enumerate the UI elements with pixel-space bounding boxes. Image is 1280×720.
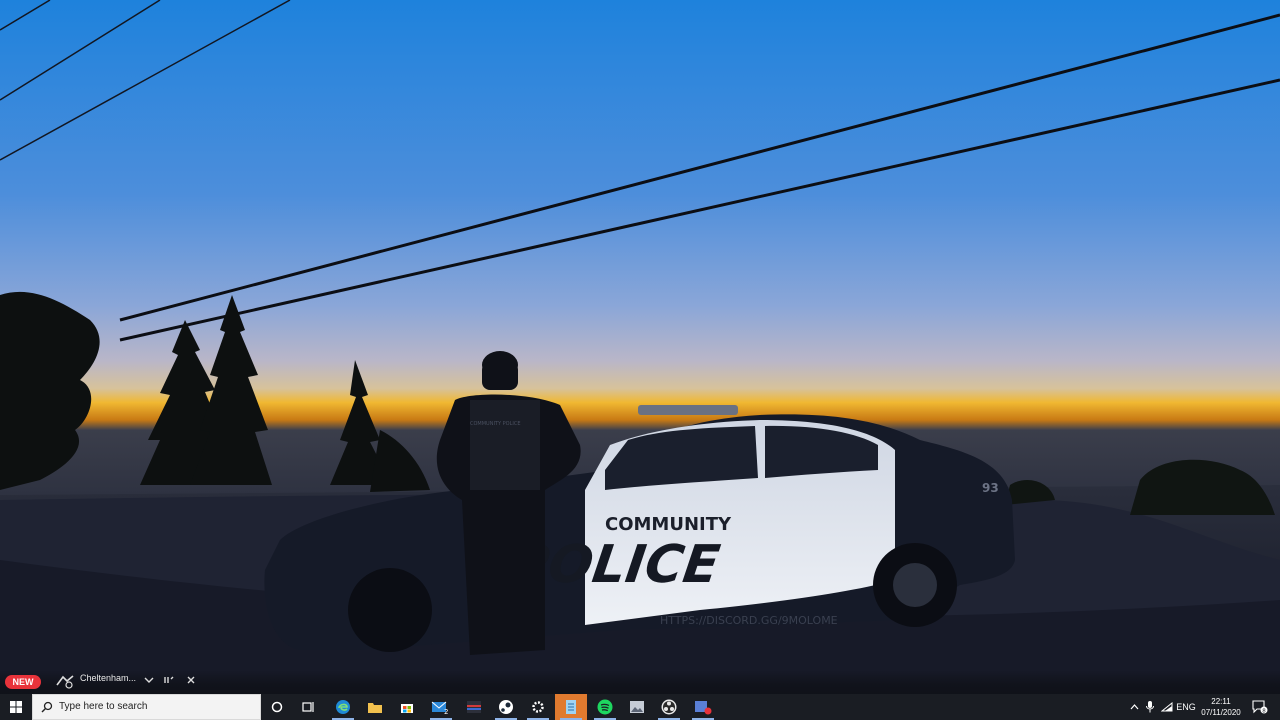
tray-network[interactable] — [1159, 694, 1175, 720]
file-explorer-icon — [368, 703, 382, 713]
search-icon — [41, 701, 53, 713]
microphone-icon — [1146, 701, 1154, 713]
language-label: ENG — [1176, 702, 1196, 712]
taskbar-steam[interactable] — [490, 694, 522, 720]
tray-language[interactable]: ENG — [1176, 694, 1196, 720]
notification-icon: 8 — [1252, 700, 1268, 714]
taskbar-notepad[interactable] — [555, 694, 587, 720]
tray-overflow-button[interactable] — [1127, 694, 1141, 720]
car-text-url: HTTPS://DISCORD.GG/9MOLOME — [660, 614, 838, 627]
notification-count: 8 — [1262, 708, 1266, 714]
taskbar-mail[interactable]: 2 — [425, 694, 457, 720]
start-button[interactable] — [0, 694, 32, 720]
vest-text: COMMUNITY POLICE — [470, 421, 521, 427]
wifi-icon — [1161, 702, 1173, 712]
taskbar-obs[interactable] — [653, 694, 685, 720]
edge-icon — [336, 700, 350, 714]
spotify-icon — [597, 699, 613, 715]
clock-time: 22:11 — [1211, 697, 1231, 706]
task-view-button[interactable] — [293, 694, 325, 720]
taskbar-spotify[interactable] — [589, 694, 621, 720]
chevron-down-icon[interactable] — [143, 674, 155, 686]
store-icon — [401, 704, 413, 713]
mail-badge: 2 — [444, 708, 448, 715]
desktop: COMMUNITY POLICE HTTPS://DISCORD.GG/9MOL… — [0, 0, 1280, 694]
taskbar-file-explorer[interactable] — [359, 694, 391, 720]
thumbs-icon[interactable] — [163, 674, 175, 686]
search-placeholder: Type here to search — [59, 701, 148, 712]
taskbar: Type here to search 2 ENG 22:11 07/11/20… — [0, 694, 1280, 720]
notification-strip: NEW Cheltenham... — [0, 670, 1280, 694]
taskbar-photos[interactable] — [621, 694, 653, 720]
settings-icon — [532, 701, 544, 713]
notification-text: Cheltenham... — [80, 673, 137, 683]
chevron-up-icon — [1130, 704, 1138, 710]
clock-date: 07/11/2020 — [1201, 708, 1241, 717]
app-badge-icon — [695, 701, 712, 715]
taskbar-store[interactable] — [391, 694, 423, 720]
taskbar-app-badge[interactable] — [687, 694, 719, 720]
cortana-button[interactable] — [261, 694, 293, 720]
tray-microphone[interactable] — [1143, 694, 1157, 720]
car-number: 93 — [982, 481, 999, 495]
app-icon — [467, 701, 481, 713]
action-center-button[interactable]: 8 — [1248, 694, 1272, 720]
mail-icon: 2 — [431, 701, 448, 715]
task-view-icon — [302, 702, 314, 712]
steam-icon — [499, 700, 513, 714]
desktop-wallpaper: COMMUNITY POLICE HTTPS://DISCORD.GG/9MOL… — [0, 0, 1280, 694]
obs-icon — [661, 699, 677, 715]
app-icon[interactable] — [54, 673, 76, 689]
search-box[interactable]: Type here to search — [32, 694, 261, 720]
car-text-community: COMMUNITY — [605, 514, 732, 535]
close-icon[interactable] — [185, 674, 197, 686]
photos-icon — [630, 701, 644, 713]
notepad-icon — [566, 700, 576, 714]
start-icon — [10, 701, 22, 713]
new-badge[interactable]: NEW — [5, 675, 41, 689]
taskbar-settings[interactable] — [522, 694, 554, 720]
cortana-icon — [271, 701, 283, 713]
tray-clock[interactable]: 22:11 07/11/2020 — [1198, 696, 1244, 718]
taskbar-app[interactable] — [458, 694, 490, 720]
taskbar-edge[interactable] — [327, 694, 359, 720]
